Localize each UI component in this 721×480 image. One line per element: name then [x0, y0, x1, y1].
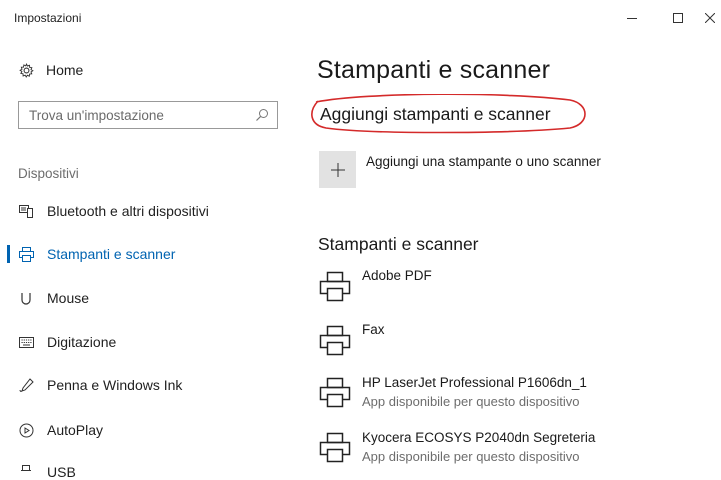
- plus-icon: [330, 162, 345, 177]
- bluetooth-devices-icon: [18, 203, 34, 219]
- sidebar-item-label: Stampanti e scanner: [47, 246, 176, 262]
- maximize-icon: [673, 13, 683, 23]
- search-icon: [255, 108, 269, 127]
- section-label: Dispositivi: [18, 166, 79, 181]
- printer-icon: [319, 271, 351, 302]
- printer-name: Fax: [362, 322, 385, 337]
- printer-name: Kyocera ECOSYS P2040dn Segreteria: [362, 430, 596, 445]
- minimize-icon: [627, 18, 637, 19]
- sidebar-item-label: USB: [47, 464, 76, 480]
- sidebar-item-usb[interactable]: USB: [18, 464, 76, 480]
- sidebar-item-label: Penna e Windows Ink: [47, 377, 183, 393]
- autoplay-icon: [18, 422, 34, 438]
- sidebar-item-label: Bluetooth e altri dispositivi: [47, 203, 209, 219]
- search-input[interactable]: Trova un'impostazione: [18, 101, 278, 129]
- printer-icon: [18, 246, 34, 262]
- close-icon: [705, 13, 715, 23]
- printer-item-hp[interactable]: HP LaserJet Professional P1606dn_1 App d…: [319, 374, 709, 414]
- mouse-icon: [18, 290, 34, 306]
- printer-status: App disponibile per questo dispositivo: [362, 449, 580, 464]
- sidebar-item-typing[interactable]: Digitazione: [18, 334, 116, 350]
- printer-icon: [319, 325, 351, 356]
- selection-indicator: [7, 245, 10, 263]
- add-printer-label[interactable]: Aggiungi una stampante o uno scanner: [366, 154, 601, 169]
- keyboard-icon: [18, 334, 34, 350]
- sidebar-home[interactable]: Home: [18, 62, 83, 78]
- gear-icon: [18, 62, 34, 78]
- sidebar-item-autoplay[interactable]: AutoPlay: [18, 422, 103, 438]
- printer-item-kyocera[interactable]: Kyocera ECOSYS P2040dn Segreteria App di…: [319, 429, 709, 469]
- printer-item-fax[interactable]: Fax: [319, 320, 699, 360]
- printer-name: HP LaserJet Professional P1606dn_1: [362, 375, 587, 390]
- sidebar-item-bluetooth[interactable]: Bluetooth e altri dispositivi: [18, 203, 209, 219]
- sidebar-item-label: AutoPlay: [47, 422, 104, 438]
- window-title: Impostazioni: [14, 11, 82, 25]
- sidebar-item-mouse[interactable]: Mouse: [18, 290, 89, 306]
- sidebar-item-pen[interactable]: Penna e Windows Ink: [18, 377, 182, 393]
- printer-item-adobe-pdf[interactable]: Adobe PDF: [319, 266, 699, 306]
- page-title: Stampanti e scanner: [317, 56, 551, 84]
- printer-name: Adobe PDF: [362, 268, 432, 283]
- sidebar-item-label: Digitazione: [47, 334, 117, 350]
- usb-icon: [18, 464, 34, 480]
- search-placeholder: Trova un'impostazione: [29, 108, 164, 123]
- printer-status: App disponibile per questo dispositivo: [362, 394, 580, 409]
- sidebar-home-label: Home: [46, 62, 84, 78]
- sidebar-item-printers[interactable]: Stampanti e scanner: [18, 246, 175, 262]
- add-section-heading: Aggiungi stampanti e scanner: [320, 104, 551, 124]
- sidebar-item-label: Mouse: [47, 290, 90, 306]
- printer-icon: [319, 377, 351, 408]
- close-button[interactable]: [690, 0, 721, 36]
- printers-list-heading: Stampanti e scanner: [318, 234, 479, 254]
- pen-icon: [18, 377, 34, 393]
- add-printer-button[interactable]: [319, 151, 356, 188]
- minimize-button[interactable]: [612, 0, 652, 36]
- printer-icon: [319, 432, 351, 463]
